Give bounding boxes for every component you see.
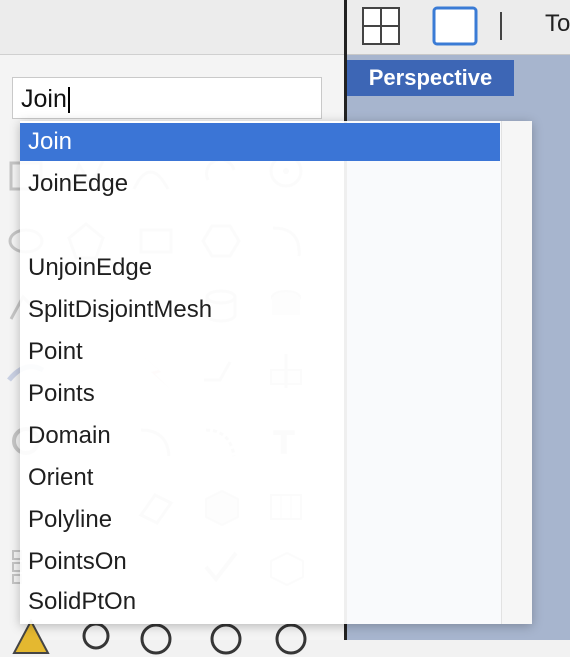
autocomplete-item[interactable]: Point xyxy=(20,333,500,371)
autocomplete-item[interactable]: PointsOn xyxy=(20,543,500,581)
autocomplete-dropdown: Join JoinEdge UnjoinEdge SplitDisjointMe… xyxy=(20,121,532,624)
toolbar-separator xyxy=(500,12,502,40)
autocomplete-item[interactable]: JoinEdge xyxy=(20,165,500,203)
command-input-value: Join xyxy=(21,85,67,113)
dropdown-scrollbar[interactable] xyxy=(501,121,532,624)
autocomplete-item[interactable]: Join xyxy=(20,123,500,161)
autocomplete-item[interactable]: SolidPtOn xyxy=(20,583,500,621)
autocomplete-item[interactable]: UnjoinEdge xyxy=(20,249,500,287)
single-viewport-icon[interactable] xyxy=(432,6,478,46)
autocomplete-item[interactable]: Polyline xyxy=(20,501,500,539)
autocomplete-item[interactable]: Points xyxy=(20,375,500,413)
viewport-tab-perspective[interactable]: Perspective xyxy=(347,60,514,96)
autocomplete-item[interactable] xyxy=(20,207,500,245)
autocomplete-item[interactable]: SplitDisjointMesh xyxy=(20,291,500,329)
command-input[interactable]: Join xyxy=(12,77,322,119)
four-viewports-icon[interactable] xyxy=(361,6,401,46)
left-panel-header xyxy=(0,0,344,55)
toolbar-text-fragment: To xyxy=(545,10,570,37)
autocomplete-item[interactable]: Orient xyxy=(20,459,500,497)
autocomplete-item[interactable]: Domain xyxy=(20,417,500,455)
text-caret xyxy=(67,87,70,114)
